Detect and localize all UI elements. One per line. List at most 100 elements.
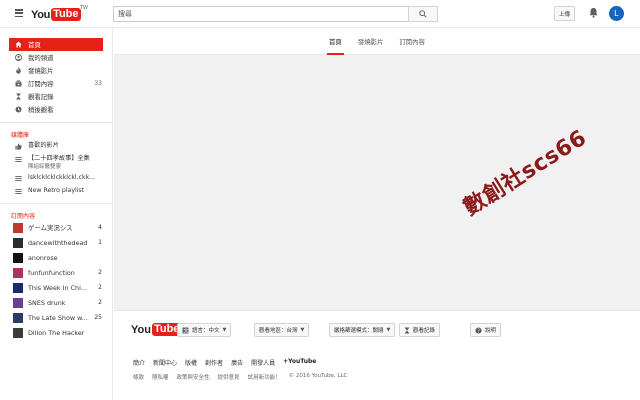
footer-link[interactable]: 提供意見 — [218, 373, 240, 381]
channel-name: ゲーム実況シス — [28, 224, 73, 232]
footer-link[interactable]: 隱私權 — [152, 373, 169, 381]
footer-link[interactable]: +YouTube — [283, 358, 316, 367]
playlist-title: lsklcklcklckklckl,ckk... — [28, 174, 96, 181]
new-video-count: 2 — [98, 269, 102, 276]
help-button[interactable]: ? 說明 — [470, 323, 502, 337]
divider — [0, 203, 112, 204]
svg-text:文: 文 — [184, 327, 189, 334]
sidebar-item-subscription[interactable]: The Late Show w... 25 — [0, 310, 112, 325]
search-button[interactable] — [408, 6, 438, 22]
footer-link[interactable]: 版權 — [185, 358, 197, 367]
channel-name: The Late Show w... — [28, 313, 88, 322]
main-nav: 首頁我的頻道發燒影片訂閱內容 33 觀看記錄稍後觀看 — [0, 38, 112, 116]
chevron-down-icon: ▼ — [300, 327, 305, 333]
footer-link[interactable]: 簡介 — [133, 358, 145, 367]
footer-link[interactable]: 政策與安全性 — [177, 373, 210, 381]
footer-link[interactable]: 開發人員 — [251, 358, 275, 367]
library-title[interactable]: 媒體庫 — [0, 129, 112, 139]
channel-avatar — [13, 267, 23, 278]
sidebar-item-subscription[interactable]: ゲーム実況シス 4 — [0, 220, 112, 235]
footer-link[interactable]: 廣告 — [231, 358, 243, 367]
svg-text:?: ? — [477, 328, 480, 334]
footer-logo[interactable]: You Tube — [131, 323, 182, 336]
playlist-title: 喜歡的影片 — [28, 142, 59, 149]
history-icon — [15, 93, 22, 100]
new-video-count: 2 — [98, 284, 102, 291]
footer-link[interactable]: 新聞中心 — [153, 358, 177, 367]
sidebar-item-subscription[interactable]: dancewiththedead 1 — [0, 235, 112, 250]
my-channel-icon — [15, 54, 22, 61]
sidebar-item-history[interactable]: 觀看記錄 — [0, 90, 112, 103]
subscriptions-title[interactable]: 訂閱內容 — [0, 210, 112, 220]
thumbs-up-icon — [15, 143, 22, 150]
tab-subscriptions[interactable]: 訂閱內容 — [391, 28, 433, 55]
new-video-count: 2 — [98, 299, 102, 306]
sidebar-item-label: 稍後觀看 — [28, 106, 54, 114]
hourglass-icon — [404, 327, 410, 333]
divider — [0, 122, 112, 123]
playlist-text: lsklcklcklckklckl,ckk... — [28, 174, 95, 182]
language-button[interactable]: 文 語言：中文 ▼ — [177, 323, 232, 337]
restricted-mode-button[interactable]: 嚴格篩選模式：關閉 ▼ — [329, 323, 396, 337]
channel-avatar — [13, 327, 23, 338]
search-input[interactable] — [114, 7, 408, 21]
sidebar-item-label: 觀看記錄 — [28, 93, 54, 101]
notifications-bell-icon[interactable] — [589, 7, 598, 20]
tab-trending[interactable]: 發燒影片 — [350, 28, 392, 55]
playlist-text: 【二十四孝故事】全集 陳紹綜醫雙靈 — [28, 155, 90, 171]
logo-you-text: You — [31, 8, 51, 21]
footer-link[interactable]: 條款 — [133, 373, 144, 381]
watermark-text: 數創社scs66 — [459, 125, 592, 221]
channel-avatar — [13, 237, 23, 248]
channel-name: dancewiththedead — [28, 238, 88, 247]
subscriptions-icon — [15, 80, 22, 87]
sidebar-item-label: 我的頻道 — [28, 54, 54, 62]
sidebar-item-subscription[interactable]: Dillon The Hacker — [0, 325, 112, 340]
playlist-icon — [15, 188, 22, 195]
sidebar-item-subscription[interactable]: funfunfunction 2 — [0, 265, 112, 280]
sidebar-item-playlist[interactable]: New Retro playlist — [0, 184, 112, 197]
sidebar-item-trending[interactable]: 發燒影片 — [0, 64, 112, 77]
subscriptions-nav: ゲーム実況シス 4 dancewiththedead 1 anonrose funfunf… — [0, 220, 112, 340]
sidebar-item-subscription[interactable]: anonrose — [0, 250, 112, 265]
location-label: 觀看地區：台灣 — [259, 328, 298, 334]
sidebar-item-home[interactable]: 首頁 — [9, 38, 103, 51]
location-button[interactable]: 觀看地區：台灣 ▼ — [254, 323, 310, 337]
library-nav: 喜歡的影片【二十四孝故事】全集 陳紹綜醫雙靈 lsklcklcklckklckl,c… — [0, 139, 112, 197]
tab-home[interactable]: 首頁 — [321, 28, 350, 55]
playlist-title: 【二十四孝故事】全集 — [28, 155, 90, 162]
channel-avatar — [13, 312, 23, 323]
footer-link[interactable]: 試用新功能！ — [248, 373, 281, 381]
sidebar-item-label: 首頁 — [28, 41, 41, 49]
upload-button[interactable]: 上傳 — [554, 6, 575, 21]
sidebar-item-count: 33 — [94, 80, 102, 87]
sidebar-item-watch-later[interactable]: 稍後觀看 — [0, 103, 112, 116]
avatar[interactable]: L — [609, 6, 624, 21]
sidebar-item-label: 訂閱內容 — [28, 80, 54, 88]
guide-menu-icon[interactable] — [15, 9, 23, 17]
footer-link[interactable]: 創作者 — [205, 358, 223, 367]
new-video-count: 25 — [94, 314, 102, 321]
playlist-icon — [15, 156, 22, 163]
youtube-logo[interactable]: You Tube TW — [31, 5, 88, 21]
logo-tube-text: Tube — [51, 8, 81, 21]
footer-logo-you: You — [131, 323, 151, 336]
playlist-text: New Retro playlist — [28, 187, 84, 195]
sidebar-item-subscription[interactable]: SNES drunk 2 — [0, 295, 112, 310]
playlist-title: New Retro playlist — [28, 187, 85, 194]
language-icon: 文 — [182, 327, 189, 334]
sidebar-item-playlist[interactable]: lsklcklcklckklckl,ckk... — [0, 171, 112, 184]
chevron-down-icon: ▼ — [222, 327, 227, 333]
footer-links-primary: 簡介 新聞中心 版權 創作者 廣告 開發人員 +YouTube — [133, 358, 316, 367]
language-label: 語言：中文 — [192, 328, 220, 334]
guide-sidebar: 首頁我的頻道發燒影片訂閱內容 33 觀看記錄稍後觀看 媒體庫 喜歡的影片【二十四孝故… — [0, 28, 113, 400]
channel-avatar — [13, 222, 23, 233]
sidebar-item-liked-videos[interactable]: 喜歡的影片 — [0, 139, 112, 152]
sidebar-item-my-channel[interactable]: 我的頻道 — [0, 51, 112, 64]
sidebar-item-playlist[interactable]: 【二十四孝故事】全集 陳紹綜醫雙靈 — [0, 152, 112, 171]
sidebar-item-subscription[interactable]: This Week In Chi... 2 — [0, 280, 112, 295]
sidebar-item-subscriptions[interactable]: 訂閱內容 33 — [0, 77, 112, 90]
playlist-icon — [15, 175, 22, 182]
channel-name: anonrose — [28, 253, 58, 262]
history-button[interactable]: 觀看記錄 — [399, 323, 441, 337]
